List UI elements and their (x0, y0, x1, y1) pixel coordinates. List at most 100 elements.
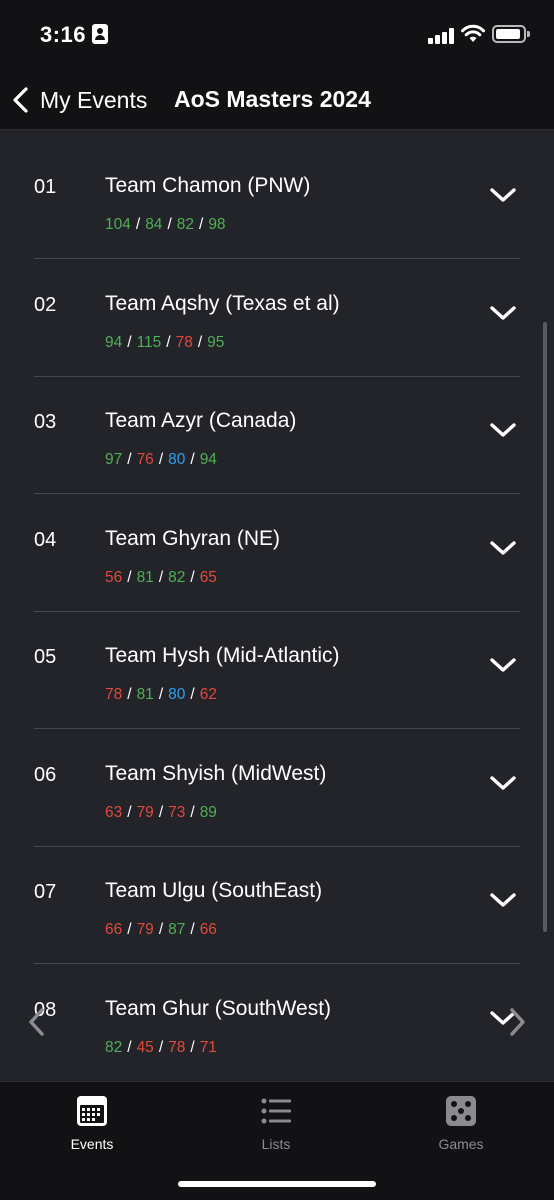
tab-games[interactable]: Games (401, 1094, 521, 1152)
score-separator: / (199, 216, 204, 233)
team-row[interactable]: 07 Team Ulgu (SouthEast) 66/79/87/66 (34, 846, 520, 964)
team-rank: 05 (34, 646, 57, 668)
round-score: 104 (105, 216, 131, 233)
team-rank: 02 (34, 293, 57, 316)
round-score: 79 (136, 921, 154, 938)
score-separator: / (127, 921, 132, 938)
scrollbar[interactable] (543, 322, 547, 932)
team-row[interactable]: 03 Team Azyr (Canada) 97/76/80/94 (34, 376, 520, 494)
team-list[interactable]: 01 Team Chamon (PNW) 104/84/82/98 02 Team Aq… (0, 131, 554, 1081)
score-separator: / (190, 803, 195, 821)
round-score: 66 (199, 921, 217, 938)
tab-lists[interactable]: Lists (216, 1094, 336, 1152)
round-score: 56 (105, 568, 123, 586)
score-separator: / (190, 921, 195, 938)
dice-icon (446, 1096, 476, 1126)
team-rank: 03 (34, 411, 57, 433)
score-separator: / (127, 333, 132, 351)
team-name: Team Ghur (SouthWest) (105, 996, 332, 1020)
round-score: 115 (136, 333, 162, 351)
home-indicator (178, 1181, 376, 1187)
score-separator: / (166, 333, 171, 351)
team-scores: 82/45/78/71 (105, 1039, 217, 1057)
team-scores: 56/81/82/65 (105, 569, 217, 587)
score-separator: / (135, 216, 141, 233)
navigation-bar: My Events AoS Masters 2024 (0, 70, 554, 130)
round-score: 87 (168, 921, 186, 938)
team-scores: 104/84/82/98 (105, 216, 226, 234)
score-separator: / (158, 921, 164, 938)
round-score: 66 (105, 921, 123, 938)
team-rank: 07 (34, 881, 57, 903)
team-row[interactable]: 05 Team Hysh (Mid-Atlantic) 78/81/80/62 (34, 611, 520, 729)
expand-chevron-icon[interactable] (488, 303, 518, 323)
back-button[interactable]: My Events (10, 82, 147, 118)
battery-icon (492, 25, 530, 43)
round-score: 97 (105, 451, 123, 468)
cellular-signal-icon (428, 28, 454, 44)
team-row[interactable]: 02 Team Aqshy (Texas et al) 94/115/78/95 (34, 259, 520, 377)
team-scores: 94/115/78/95 (105, 334, 224, 352)
score-separator: / (158, 568, 164, 586)
round-score: 84 (145, 216, 163, 233)
team-rank: 06 (34, 763, 57, 786)
expand-chevron-icon[interactable] (488, 890, 518, 910)
round-score: 94 (199, 451, 217, 468)
round-score: 79 (136, 803, 154, 821)
score-separator: / (127, 686, 132, 703)
team-row[interactable]: 08 Team Ghur (SouthWest) 82/45/78/71 (34, 964, 520, 1081)
tab-events-label: Events (70, 1136, 114, 1152)
expand-chevron-icon[interactable] (488, 655, 518, 675)
calendar-icon (77, 1096, 107, 1126)
round-score: 89 (199, 803, 217, 821)
tab-lists-label: Lists (261, 1136, 291, 1152)
round-score: 76 (136, 451, 154, 468)
team-row[interactable]: 06 Team Shyish (MidWest) 63/79/73/89 (34, 729, 520, 847)
expand-chevron-icon[interactable] (488, 420, 518, 440)
team-name: Team Shyish (MidWest) (105, 761, 327, 785)
team-scores: 63/79/73/89 (105, 804, 217, 822)
team-name: Team Chamon (PNW) (105, 174, 311, 197)
score-separator: / (127, 568, 132, 586)
round-score: 73 (168, 803, 186, 821)
score-separator: / (190, 1038, 195, 1056)
screen: 3:16 My Events AoS Masters 2024 01 Team C (0, 0, 554, 1200)
round-score: 45 (136, 1038, 154, 1056)
score-separator: / (158, 1038, 164, 1056)
team-name: Team Aqshy (Texas et al) (105, 291, 340, 315)
chevron-left-icon (29, 1008, 44, 1036)
team-name: Team Ghyran (NE) (105, 526, 281, 550)
expand-chevron-icon[interactable] (488, 185, 518, 205)
chevron-right-icon (510, 1008, 525, 1036)
team-scores: 78/81/80/62 (105, 686, 217, 704)
round-score: 80 (168, 451, 186, 468)
tab-events[interactable]: Events (32, 1094, 152, 1152)
round-score: 94 (105, 333, 123, 351)
round-score: 63 (105, 803, 123, 821)
list-icon (261, 1098, 291, 1124)
status-time-label: 3:16 (40, 22, 87, 47)
team-name: Team Azyr (Canada) (105, 409, 297, 432)
score-separator: / (158, 451, 164, 468)
expand-chevron-icon[interactable] (488, 538, 518, 558)
previous-page-button[interactable] (18, 992, 58, 1052)
tab-games-label: Games (438, 1136, 484, 1152)
round-score: 81 (136, 686, 154, 703)
wifi-icon (461, 24, 485, 42)
round-score: 81 (136, 568, 154, 586)
team-rank: 04 (34, 528, 57, 551)
score-separator: / (158, 803, 164, 821)
score-separator: / (167, 216, 172, 233)
round-score: 78 (105, 686, 123, 703)
score-separator: / (190, 568, 195, 586)
team-row[interactable]: 01 Team Chamon (PNW) 104/84/82/98 (34, 141, 520, 259)
score-separator: / (190, 686, 195, 703)
page-title: AoS Masters 2024 (174, 86, 371, 112)
back-button-label: My Events (40, 86, 148, 113)
team-row[interactable]: 04 Team Ghyran (NE) 56/81/82/65 (34, 494, 520, 612)
team-name: Team Ulgu (SouthEast) (105, 879, 323, 902)
expand-chevron-icon[interactable] (488, 773, 518, 793)
round-score: 78 (168, 1038, 186, 1056)
next-page-button[interactable] (496, 992, 536, 1052)
score-separator: / (197, 333, 203, 351)
